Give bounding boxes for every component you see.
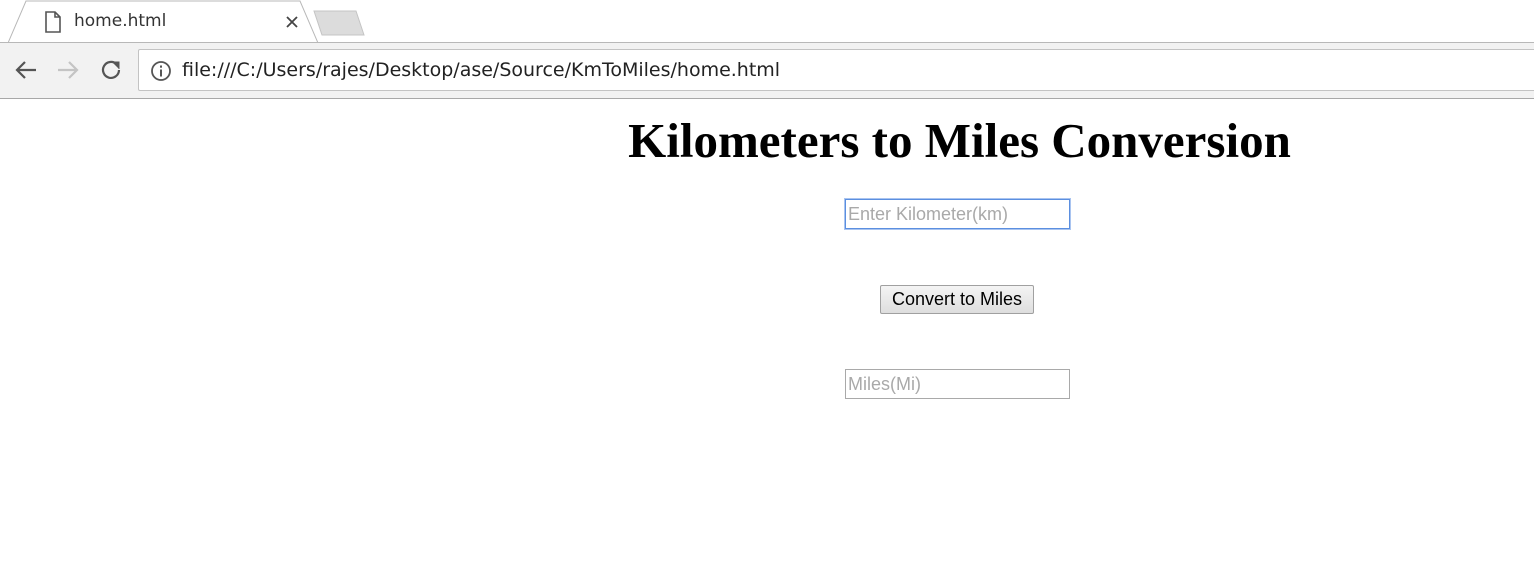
tab-strip: home.html	[0, 0, 1534, 43]
page-title: Kilometers to Miles Conversion	[628, 113, 1291, 168]
address-bar[interactable]: file:///C:/Users/rajes/Desktop/ase/Sourc…	[138, 49, 1534, 91]
new-tab-button[interactable]	[310, 10, 366, 36]
miles-output-field[interactable]	[845, 369, 1070, 399]
convert-to-miles-button[interactable]: Convert to Miles	[880, 285, 1034, 314]
browser-tab[interactable]: home.html	[8, 0, 318, 43]
url-text: file:///C:/Users/rajes/Desktop/ase/Sourc…	[182, 59, 781, 81]
back-arrow-icon[interactable]	[11, 55, 41, 85]
kilometer-input[interactable]	[844, 198, 1071, 230]
page-content: Kilometers to Miles Conversion Convert t…	[0, 100, 1534, 566]
forward-arrow-icon[interactable]	[53, 55, 83, 85]
reload-icon[interactable]	[96, 55, 126, 85]
tab-title: home.html	[74, 11, 167, 31]
info-icon[interactable]	[150, 60, 172, 82]
browser-toolbar: file:///C:/Users/rajes/Desktop/ase/Sourc…	[0, 43, 1534, 99]
page-icon	[45, 11, 61, 33]
close-icon[interactable]	[282, 12, 302, 32]
